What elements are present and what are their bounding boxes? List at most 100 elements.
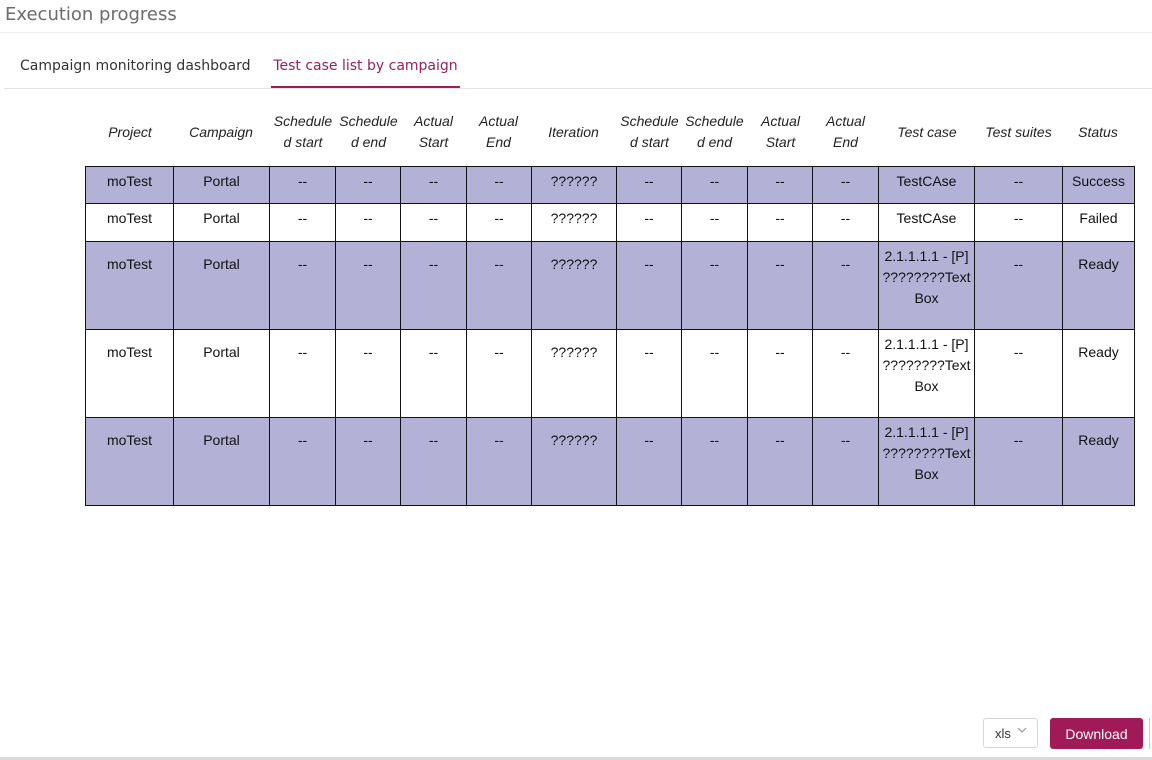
header-campaign-actual-start[interactable]: Actual Start	[401, 108, 466, 156]
cell-campaign-actual-start: --	[400, 203, 467, 242]
cell-test-suites: --	[974, 203, 1063, 242]
cell-iteration-actual-end: --	[812, 203, 879, 242]
cell-iteration-scheduled-end: --	[681, 241, 748, 330]
tab-test-case-list-by-campaign[interactable]: Test case list by campaign	[271, 46, 460, 88]
cell-test-case: 2.1.1.1.1 - [P] ????????Text Box	[878, 241, 975, 330]
header-test-case[interactable]: Test case	[879, 108, 975, 156]
cell-iteration: ??????	[531, 166, 617, 204]
cell-campaign-actual-end: --	[466, 166, 532, 204]
cell-test-case: TestCAse	[878, 203, 975, 242]
cell-campaign: Portal	[173, 166, 270, 204]
cell-iteration-scheduled-end: --	[681, 203, 748, 242]
header-project[interactable]: Project	[87, 108, 173, 156]
cell-campaign-scheduled-end: --	[335, 329, 401, 418]
header-iteration-scheduled-end[interactable]: Schedule d end	[682, 108, 747, 156]
test-case-table: moTest Portal -- -- -- --?????? -- -- -- -- TestCA…	[85, 166, 1135, 506]
cell-iteration-actual-end: --	[812, 417, 879, 506]
cell-iteration-scheduled-start: --	[616, 329, 682, 418]
cell-iteration-actual-start: --	[747, 241, 813, 330]
header-iteration-scheduled-start[interactable]: Schedule d start	[617, 108, 682, 156]
cell-iteration-scheduled-start: --	[616, 417, 682, 506]
header-iteration-actual-end[interactable]: Actual End	[813, 108, 878, 156]
header-status[interactable]: Status	[1062, 108, 1134, 156]
cell-campaign: Portal	[173, 203, 270, 242]
cell-iteration-scheduled-end: --	[681, 417, 748, 506]
cell-campaign-actual-end: --	[466, 241, 532, 330]
cell-test-case: TestCAse	[878, 166, 975, 204]
cell-iteration-scheduled-start: --	[616, 241, 682, 330]
header-campaign-scheduled-end[interactable]: Schedule d end	[336, 108, 401, 156]
cell-campaign-scheduled-start: --	[269, 417, 336, 506]
cell-iteration: ??????	[531, 417, 617, 506]
cell-campaign-actual-end: --	[466, 329, 532, 418]
header-campaign-scheduled-start[interactable]: Schedule d start	[270, 108, 336, 156]
export-format-value: xls	[995, 726, 1011, 741]
cell-test-suites: --	[974, 417, 1063, 506]
cell-campaign-actual-end: --	[466, 417, 532, 506]
tab-campaign-monitoring-dashboard[interactable]: Campaign monitoring dashboard	[20, 46, 251, 86]
cell-status: Ready	[1062, 329, 1135, 418]
cell-test-case: 2.1.1.1.1 - [P] ????????Text Box	[878, 417, 975, 506]
cell-iteration-actual-start: --	[747, 203, 813, 242]
cell-campaign-actual-start: --	[400, 329, 467, 418]
cell-iteration-scheduled-end: --	[681, 166, 748, 204]
cell-test-suites: --	[974, 166, 1063, 204]
cell-campaign-actual-end: --	[466, 203, 532, 242]
cell-campaign-actual-start: --	[400, 241, 467, 330]
cell-iteration-actual-end: --	[812, 329, 879, 418]
cell-iteration: ??????	[531, 241, 617, 330]
table-row[interactable]: moTest Portal -- -- -- --?????? -- -- -- -- TestCA…	[85, 166, 1135, 204]
cell-campaign-scheduled-end: --	[335, 166, 401, 204]
table-row[interactable]: moTest Portal -- -- -- --?????? -- -- -- -- 2.1.1.…	[85, 241, 1135, 330]
cell-campaign-scheduled-end: --	[335, 203, 401, 242]
cell-iteration: ??????	[531, 203, 617, 242]
cell-iteration-actual-start: --	[747, 329, 813, 418]
cell-campaign-actual-start: --	[400, 166, 467, 204]
cell-project: moTest	[85, 203, 174, 242]
export-format-select[interactable]: xls	[983, 718, 1038, 748]
cell-iteration: ??????	[531, 329, 617, 418]
table-row[interactable]: moTest Portal -- -- -- --?????? -- -- -- -- 2.1.1.…	[85, 329, 1135, 418]
download-button[interactable]: Download	[1050, 718, 1143, 749]
cell-test-case: 2.1.1.1.1 - [P] ????????Text Box	[878, 329, 975, 418]
cell-iteration-scheduled-start: --	[616, 203, 682, 242]
cell-campaign-scheduled-start: --	[269, 329, 336, 418]
cell-campaign-scheduled-end: --	[335, 241, 401, 330]
cell-iteration-actual-end: --	[812, 166, 879, 204]
cell-project: moTest	[85, 329, 174, 418]
table-row[interactable]: moTest Portal -- -- -- --?????? -- -- -- -- TestCA…	[85, 203, 1135, 242]
cell-campaign-scheduled-end: --	[335, 417, 401, 506]
cell-iteration-actual-start: --	[747, 166, 813, 204]
table-row[interactable]: moTest Portal -- -- -- --?????? -- -- -- -- 2.1.1.…	[85, 417, 1135, 506]
cell-iteration-scheduled-end: --	[681, 329, 748, 418]
cell-status: Failed	[1062, 203, 1135, 242]
cell-project: moTest	[85, 166, 174, 204]
header-iteration-actual-start[interactable]: Actual Start	[748, 108, 813, 156]
cell-test-suites: --	[974, 329, 1063, 418]
chevron-down-icon	[1016, 724, 1028, 739]
cell-project: moTest	[85, 417, 174, 506]
header-campaign[interactable]: Campaign	[173, 108, 269, 156]
cell-status: Ready	[1062, 417, 1135, 506]
cell-status: Ready	[1062, 241, 1135, 330]
table-header: Project Campaign Schedule d start Schedu…	[0, 108, 1152, 158]
cell-campaign-scheduled-start: --	[269, 241, 336, 330]
page-title: Execution progress	[5, 4, 177, 25]
cell-iteration-actual-end: --	[812, 241, 879, 330]
cell-campaign: Portal	[173, 417, 270, 506]
header-campaign-actual-end[interactable]: Actual End	[466, 108, 531, 156]
cell-campaign-scheduled-start: --	[269, 166, 336, 204]
header-test-suites[interactable]: Test suites	[975, 108, 1062, 156]
cell-project: moTest	[85, 241, 174, 330]
cell-iteration-scheduled-start: --	[616, 166, 682, 204]
cell-iteration-actual-start: --	[747, 417, 813, 506]
cell-campaign: Portal	[173, 241, 270, 330]
cell-campaign-scheduled-start: --	[269, 203, 336, 242]
tab-bar: Campaign monitoring dashboard Test case …	[4, 46, 1152, 89]
cell-status: Success	[1062, 166, 1135, 204]
cell-campaign: Portal	[173, 329, 270, 418]
cell-test-suites: --	[974, 241, 1063, 330]
title-divider	[0, 32, 1152, 33]
header-iteration[interactable]: Iteration	[531, 108, 616, 156]
cell-campaign-actual-start: --	[400, 417, 467, 506]
